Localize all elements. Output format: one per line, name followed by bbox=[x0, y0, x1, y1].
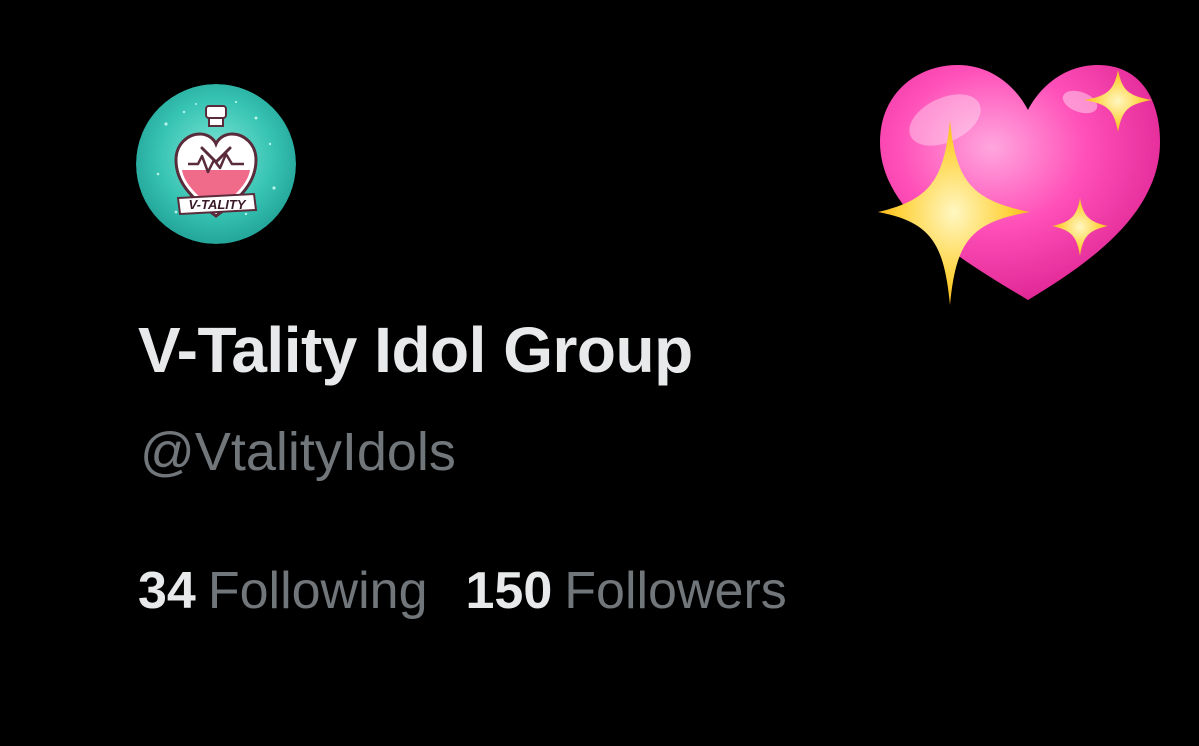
profile-stats: 34 Following 150 Followers bbox=[138, 565, 787, 617]
profile-card: V-TALITY V-Tality Idol Group @VtalityIdo… bbox=[0, 0, 1199, 746]
avatar-logo-text: V-TALITY bbox=[188, 197, 246, 212]
display-name: V-Tality Idol Group bbox=[138, 314, 693, 386]
avatar[interactable]: V-TALITY bbox=[136, 84, 296, 244]
followers-label: Followers bbox=[564, 562, 787, 620]
followers-count: 150 bbox=[465, 562, 553, 620]
user-handle: @VtalityIdols bbox=[140, 422, 456, 482]
following-label: Following bbox=[207, 562, 428, 620]
following-count: 34 bbox=[138, 562, 196, 620]
v-tality-potion-logo-icon: V-TALITY bbox=[136, 84, 296, 244]
following-link[interactable]: 34 Following bbox=[138, 565, 428, 617]
sparkling-heart-icon bbox=[870, 50, 1170, 320]
followers-link[interactable]: 150 Followers bbox=[466, 565, 787, 617]
